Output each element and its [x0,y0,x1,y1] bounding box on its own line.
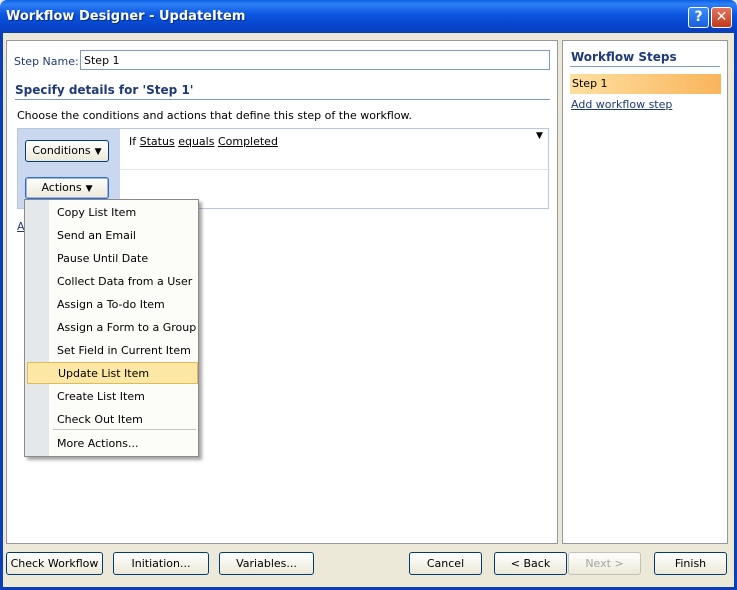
side-divider [570,66,720,67]
menu-item-set-field[interactable]: Set Field in Current Item [27,340,198,362]
actions-button[interactable]: Actions ▼ [25,177,109,199]
check-workflow-button[interactable]: Check Workflow [6,552,103,575]
conditions-button-label: Conditions [32,144,91,157]
menu-item-create-list-item[interactable]: Create List Item [27,386,198,408]
title-bar: Workflow Designer - UpdateItem ? ✕ [0,0,737,33]
finish-button[interactable]: Finish [654,552,727,575]
close-icon[interactable]: ✕ [711,7,732,28]
divider [15,99,550,100]
condition-operator-link[interactable]: equals [178,135,214,148]
menu-item-pause-until-date[interactable]: Pause Until Date [27,248,198,270]
help-icon[interactable]: ? [688,7,709,28]
chevron-down-icon: ▼ [94,147,102,157]
chevron-down-icon: ▼ [85,184,93,194]
menu-item-collect-data[interactable]: Collect Data from a User [27,271,198,293]
workflow-steps-title: Workflow Steps [571,50,677,64]
condition-field-link[interactable]: Status [140,135,175,148]
variables-button[interactable]: Variables... [219,552,314,575]
step-name-label: Step Name: [14,55,79,68]
side-panel [562,40,728,544]
back-button[interactable]: < Back [494,552,567,575]
condition-value-link[interactable]: Completed [218,135,278,148]
window-title: Workflow Designer - UpdateItem [6,9,246,24]
condition-menu-arrow-icon[interactable]: ▼ [536,131,543,141]
menu-separator [53,429,196,430]
actions-menu: Copy List Item Send an Email Pause Until… [24,199,199,457]
menu-item-check-out-item[interactable]: Check Out Item [27,409,198,431]
condition-sentence: If Status equals Completed [129,135,278,148]
menu-item-copy-list-item[interactable]: Copy List Item [27,202,198,224]
menu-item-send-an-email[interactable]: Send an Email [27,225,198,247]
rules-divider [120,169,550,170]
instructions-text: Choose the conditions and actions that d… [17,109,413,122]
workflow-step-item[interactable]: Step 1 [570,74,721,94]
menu-item-assign-todo[interactable]: Assign a To-do Item [27,294,198,316]
menu-item-more-actions[interactable]: More Actions... [27,433,198,455]
menu-item-update-list-item[interactable]: Update List Item [27,362,198,384]
actions-button-label: Actions [41,181,82,194]
condition-prefix: If [129,135,137,148]
add-workflow-step-link[interactable]: Add workflow step [571,98,672,111]
step-name-input[interactable] [80,50,550,70]
details-heading: Specify details for 'Step 1' [15,83,194,97]
menu-item-assign-form[interactable]: Assign a Form to a Group [27,317,198,339]
next-button[interactable]: Next > [568,552,641,575]
conditions-button[interactable]: Conditions ▼ [25,140,109,162]
initiation-button[interactable]: Initiation... [113,552,209,575]
cancel-button[interactable]: Cancel [409,552,482,575]
